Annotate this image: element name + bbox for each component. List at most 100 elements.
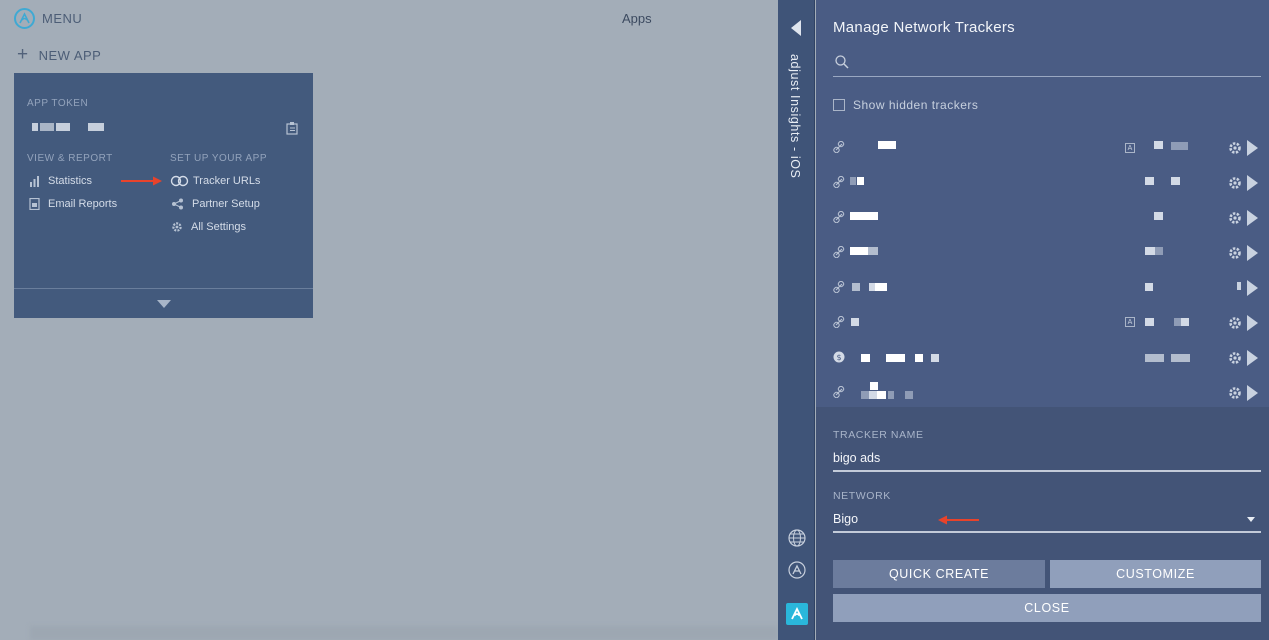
globe-icon[interactable] — [787, 528, 807, 548]
gear-icon[interactable] — [1228, 176, 1242, 190]
document-icon — [29, 198, 40, 210]
tracker-row[interactable]: A — [833, 131, 1261, 165]
close-button[interactable]: CLOSE — [833, 594, 1261, 622]
partner-setup-link[interactable]: Partner Setup — [171, 198, 260, 210]
tracker-urls-link[interactable]: Tracker URLs — [169, 175, 260, 187]
redacted-meta — [1171, 142, 1188, 150]
link-icon — [833, 316, 845, 328]
adjust-logo-button[interactable] — [786, 603, 808, 625]
play-icon[interactable] — [1247, 385, 1258, 401]
customize-button[interactable]: CUSTOMIZE — [1050, 560, 1261, 588]
chevron-down-icon[interactable] — [1247, 517, 1255, 522]
view-report-heading: VIEW & REPORT — [27, 153, 113, 164]
redacted-meta — [1155, 247, 1163, 255]
redacted-tracker-name — [886, 354, 905, 362]
chevron-down-icon — [156, 299, 171, 308]
tracker-name-field[interactable]: bigo ads — [833, 447, 1261, 472]
play-icon[interactable] — [1247, 350, 1258, 366]
redacted-tracker-name — [857, 177, 864, 185]
link-icon — [833, 211, 845, 223]
gear-icon[interactable] — [1228, 141, 1242, 155]
manage-trackers-panel: Manage Network Trackers Show hidden trac… — [816, 0, 1269, 640]
network-select[interactable]: Bigo — [833, 508, 1261, 533]
bottom-shade — [30, 626, 778, 640]
share-icon — [172, 198, 183, 210]
menu-button[interactable]: MENU — [42, 11, 82, 26]
play-icon[interactable] — [1247, 315, 1258, 331]
play-icon[interactable] — [1247, 245, 1258, 261]
card-expand-toggle[interactable] — [14, 288, 313, 318]
tracker-row[interactable]: A — [833, 306, 1261, 340]
adjust-logo-icon — [791, 607, 803, 620]
gear-icon[interactable] — [1228, 246, 1242, 260]
redacted-tracker-name — [931, 354, 939, 362]
show-hidden-trackers-toggle[interactable]: Show hidden trackers — [833, 98, 978, 112]
all-settings-label: All Settings — [191, 221, 247, 233]
redacted-tracker-name — [877, 391, 886, 399]
play-icon[interactable] — [1247, 140, 1258, 156]
gear-icon[interactable] — [1228, 351, 1242, 365]
show-hidden-checkbox[interactable] — [833, 99, 845, 111]
gear-icon[interactable] — [1228, 211, 1242, 225]
redacted-meta — [1171, 354, 1190, 362]
redacted-tracker-name — [850, 212, 878, 220]
redacted-tracker-name — [850, 247, 868, 255]
tracker-name-value: bigo ads — [833, 451, 881, 465]
show-hidden-label: Show hidden trackers — [853, 98, 979, 112]
redacted-tracker-name — [852, 283, 860, 291]
play-icon[interactable] — [1247, 280, 1258, 296]
statistics-label: Statistics — [48, 175, 93, 187]
new-app-button[interactable]: + NEW APP — [17, 44, 102, 65]
redacted-tracker-name — [878, 141, 896, 149]
new-app-label: NEW APP — [38, 47, 102, 63]
redacted-tracker-name — [875, 283, 887, 291]
menu-logo-icon[interactable] — [14, 8, 35, 29]
tracker-row[interactable] — [833, 376, 1261, 410]
app-store-icon[interactable] — [787, 560, 807, 580]
plus-icon: + — [17, 44, 29, 65]
redacted-meta — [1181, 318, 1189, 326]
play-icon[interactable] — [1247, 175, 1258, 191]
quick-create-button[interactable]: QUICK CREATE — [833, 560, 1045, 588]
all-settings-link[interactable]: All Settings — [171, 221, 246, 233]
svg-text:$: $ — [836, 353, 841, 362]
app-token-label: APP TOKEN — [27, 98, 89, 109]
annotation-arrow — [938, 515, 979, 525]
bar-chart-icon — [30, 175, 39, 187]
statistics-link[interactable]: Statistics — [29, 175, 92, 187]
redacted-meta — [1174, 318, 1181, 326]
tracker-row[interactable] — [833, 201, 1261, 235]
search-icon — [835, 55, 849, 69]
redacted-meta — [1145, 247, 1155, 255]
gear-icon[interactable] — [1228, 386, 1242, 400]
redacted-tracker-name — [851, 318, 859, 326]
collapse-panel-icon[interactable] — [791, 20, 801, 36]
redacted-meta — [1145, 318, 1154, 326]
redacted-tracker-name — [870, 382, 878, 390]
app-store-badge-icon: A — [1125, 317, 1135, 327]
redacted-meta — [1145, 354, 1164, 362]
panel-title: Manage Network Trackers — [833, 19, 1015, 36]
top-bar: MENU Apps — [0, 0, 778, 36]
redacted-tracker-name — [861, 391, 869, 399]
redacted-tracker-name — [905, 391, 913, 399]
tracker-row[interactable] — [833, 166, 1261, 200]
email-reports-link[interactable]: Email Reports — [29, 198, 117, 210]
tracker-row[interactable] — [833, 236, 1261, 270]
gear-icon[interactable] — [1228, 316, 1242, 330]
redacted-meta — [1154, 141, 1163, 149]
partner-setup-label: Partner Setup — [192, 198, 260, 210]
email-reports-label: Email Reports — [48, 198, 118, 210]
page-title: Apps — [622, 11, 652, 26]
link-icon — [833, 386, 845, 398]
tracker-row[interactable]: $ — [833, 341, 1261, 375]
search-input[interactable] — [853, 54, 1253, 74]
redacted-tracker-name — [888, 391, 894, 399]
tracker-row[interactable] — [833, 271, 1261, 305]
redacted-meta — [1171, 177, 1180, 185]
network-value: Bigo — [833, 512, 859, 526]
play-icon[interactable] — [1247, 210, 1258, 226]
app-token-value-redacted — [32, 123, 104, 131]
search-field — [833, 52, 1261, 77]
clipboard-icon[interactable] — [286, 121, 298, 140]
